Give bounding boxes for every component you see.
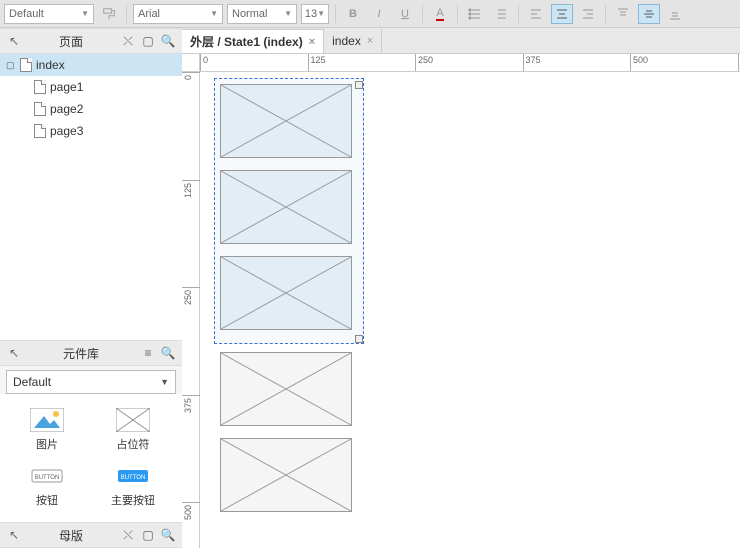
- search-icon[interactable]: 🔍: [160, 345, 176, 361]
- masters-panel-title: 母版: [26, 527, 116, 544]
- placeholder-widget[interactable]: [220, 84, 352, 158]
- component-label: 图片: [36, 436, 58, 452]
- search-icon[interactable]: 🔍: [160, 527, 176, 543]
- close-icon[interactable]: ×: [309, 36, 315, 48]
- close-icon[interactable]: ×: [367, 35, 373, 47]
- canvas[interactable]: [200, 72, 740, 548]
- pages-tree: ▢ index page1 page2 page3: [0, 54, 182, 142]
- add-folder-icon[interactable]: ▢: [140, 33, 156, 49]
- top-toolbar: Default▼ Arial▼ Normal▼ 13▼ B I U A: [0, 0, 740, 28]
- component-placeholder[interactable]: 占位符: [90, 402, 176, 458]
- ruler-horizontal: 0125250375500625: [182, 54, 740, 72]
- chevron-down-icon: ▼: [317, 9, 325, 18]
- italic-button[interactable]: I: [368, 4, 390, 24]
- align-center-button[interactable]: [551, 4, 573, 24]
- button-primary-icon: BUTTON: [116, 464, 150, 488]
- text-color-button[interactable]: A: [429, 4, 451, 24]
- search-icon[interactable]: 🔍: [160, 33, 176, 49]
- valign-bottom-button[interactable]: [664, 4, 686, 24]
- chevron-down-icon: ▼: [284, 9, 292, 18]
- collapse-icon[interactable]: ↖: [6, 33, 22, 49]
- ruler-vertical: 0125250375500: [182, 72, 200, 548]
- placeholder-icon: [116, 408, 150, 432]
- resize-handle[interactable]: [355, 81, 363, 89]
- underline-button[interactable]: U: [394, 4, 416, 24]
- tab-label: index: [332, 34, 361, 48]
- chevron-down-icon: ▼: [160, 377, 169, 387]
- add-page-icon[interactable]: ⤬: [120, 33, 136, 49]
- align-right-button[interactable]: [577, 4, 599, 24]
- tree-item-label: index: [36, 58, 65, 72]
- style-selector[interactable]: Default▼: [4, 4, 94, 24]
- tree-item-label: page3: [50, 124, 83, 138]
- pages-panel-header: ↖ 页面 ⤬ ▢ 🔍: [0, 28, 182, 54]
- component-image[interactable]: 图片: [4, 402, 90, 458]
- size-selector[interactable]: 13▼: [301, 4, 329, 24]
- align-left-button[interactable]: [525, 4, 547, 24]
- svg-text:BUTTON: BUTTON: [35, 475, 60, 481]
- placeholder-widget[interactable]: [220, 438, 352, 512]
- tree-item-page3[interactable]: page3: [0, 120, 182, 142]
- tab-state1[interactable]: 外层 / State1 (index) ×: [182, 29, 324, 53]
- components-grid: 图片 占位符 BUTTON 按钮 BUTTON 主要按钮: [0, 394, 182, 522]
- chevron-down-icon: ▼: [210, 9, 218, 18]
- tab-index[interactable]: index ×: [324, 29, 382, 53]
- pages-panel-title: 页面: [26, 33, 116, 50]
- masters-panel-header: ↖ 母版 ⤬ ▢ 🔍: [0, 522, 182, 548]
- tree-item-page1[interactable]: page1: [0, 76, 182, 98]
- list-ol-icon[interactable]: [490, 4, 512, 24]
- svg-text:BUTTON: BUTTON: [121, 475, 146, 481]
- resize-handle[interactable]: [355, 335, 363, 343]
- collapse-icon[interactable]: ↖: [6, 527, 22, 543]
- component-button-primary[interactable]: BUTTON 主要按钮: [90, 458, 176, 514]
- button-icon: BUTTON: [30, 464, 64, 488]
- chevron-down-icon: ▼: [81, 9, 89, 18]
- placeholder-widget[interactable]: [220, 352, 352, 426]
- document-icon: [20, 58, 32, 72]
- component-label: 按钮: [36, 492, 58, 508]
- menu-icon[interactable]: ≡: [140, 345, 156, 361]
- collapse-icon[interactable]: ↖: [6, 345, 22, 361]
- component-label: 主要按钮: [111, 492, 155, 508]
- canvas-tabs: 外层 / State1 (index) × index ×: [182, 28, 740, 54]
- document-icon: [34, 102, 46, 116]
- placeholder-widget[interactable]: [220, 170, 352, 244]
- tree-toggle-icon[interactable]: ▢: [6, 60, 16, 71]
- tree-item-index[interactable]: ▢ index: [0, 54, 182, 76]
- tree-item-label: page1: [50, 80, 83, 94]
- components-panel-title: 元件库: [26, 345, 136, 362]
- valign-middle-button[interactable]: [638, 4, 660, 24]
- list-ul-icon[interactable]: [464, 4, 486, 24]
- library-selector[interactable]: Default ▼: [6, 370, 176, 394]
- canvas-area: 外层 / State1 (index) × index × 0125250375…: [182, 28, 740, 548]
- document-icon: [34, 124, 46, 138]
- weight-selector[interactable]: Normal▼: [227, 4, 297, 24]
- document-icon: [34, 80, 46, 94]
- add-folder-icon[interactable]: ▢: [140, 527, 156, 543]
- tab-label: 外层 / State1 (index): [190, 33, 303, 50]
- left-sidebar: ↖ 页面 ⤬ ▢ 🔍 ▢ index page1 page2 page3: [0, 28, 182, 548]
- tree-item-page2[interactable]: page2: [0, 98, 182, 120]
- paint-format-icon[interactable]: [98, 4, 120, 24]
- image-icon: [30, 408, 64, 432]
- placeholder-widget[interactable]: [220, 256, 352, 330]
- components-panel-header: ↖ 元件库 ≡ 🔍: [0, 340, 182, 366]
- add-master-icon[interactable]: ⤬: [120, 527, 136, 543]
- bold-button[interactable]: B: [342, 4, 364, 24]
- tree-item-label: page2: [50, 102, 83, 116]
- component-button[interactable]: BUTTON 按钮: [4, 458, 90, 514]
- component-label: 占位符: [117, 436, 150, 452]
- font-selector[interactable]: Arial▼: [133, 4, 223, 24]
- valign-top-button[interactable]: [612, 4, 634, 24]
